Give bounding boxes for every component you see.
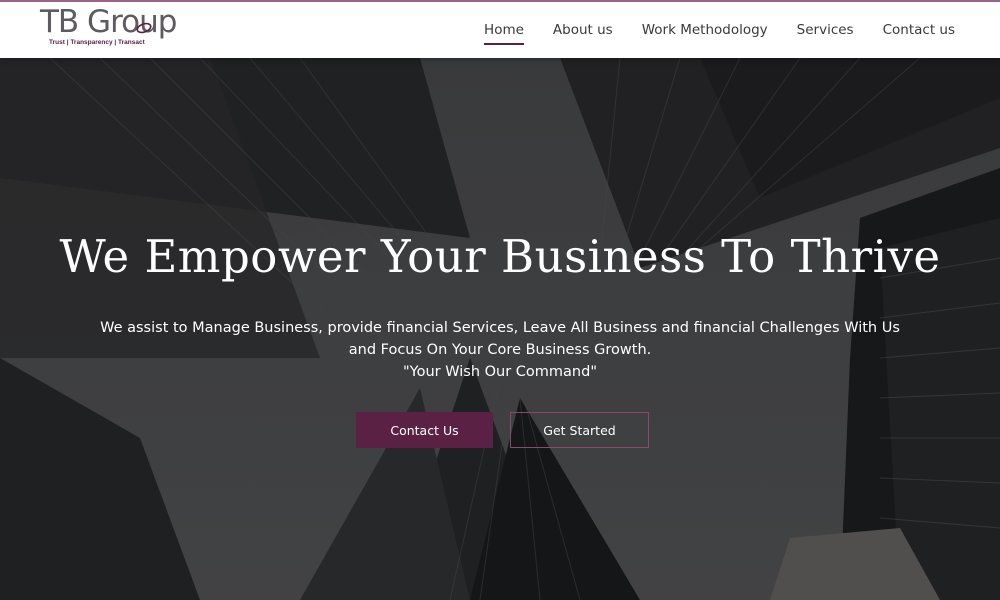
hero-description: We assist to Manage Business, provide fi…: [100, 320, 900, 358]
logo[interactable]: TB Group Trust | Transparency | Transact: [40, 4, 180, 52]
logo-ring-icon: [136, 22, 152, 34]
nav-services[interactable]: Services: [797, 18, 854, 42]
site-header: TB Group Trust | Transparency | Transact…: [0, 2, 1000, 58]
nav-work-methodology[interactable]: Work Methodology: [642, 18, 768, 42]
hero-quote: "Your Wish Our Command": [402, 364, 597, 380]
main-nav: Home About us Work Methodology Services …: [455, 2, 955, 58]
hero-section: We Empower Your Business To Thrive We as…: [0, 58, 1000, 600]
contact-us-button[interactable]: Contact Us: [356, 412, 493, 448]
hero-content: We Empower Your Business To Thrive We as…: [0, 58, 1000, 600]
logo-tagline: Trust | Transparency | Transact: [49, 39, 145, 46]
nav-contact-us[interactable]: Contact us: [883, 18, 955, 42]
hero-title: We Empower Your Business To Thrive: [59, 230, 941, 283]
nav-home[interactable]: Home: [484, 18, 524, 45]
logo-text: TB Group: [40, 4, 177, 40]
nav-about-us[interactable]: About us: [553, 18, 613, 42]
get-started-button[interactable]: Get Started: [510, 412, 649, 448]
